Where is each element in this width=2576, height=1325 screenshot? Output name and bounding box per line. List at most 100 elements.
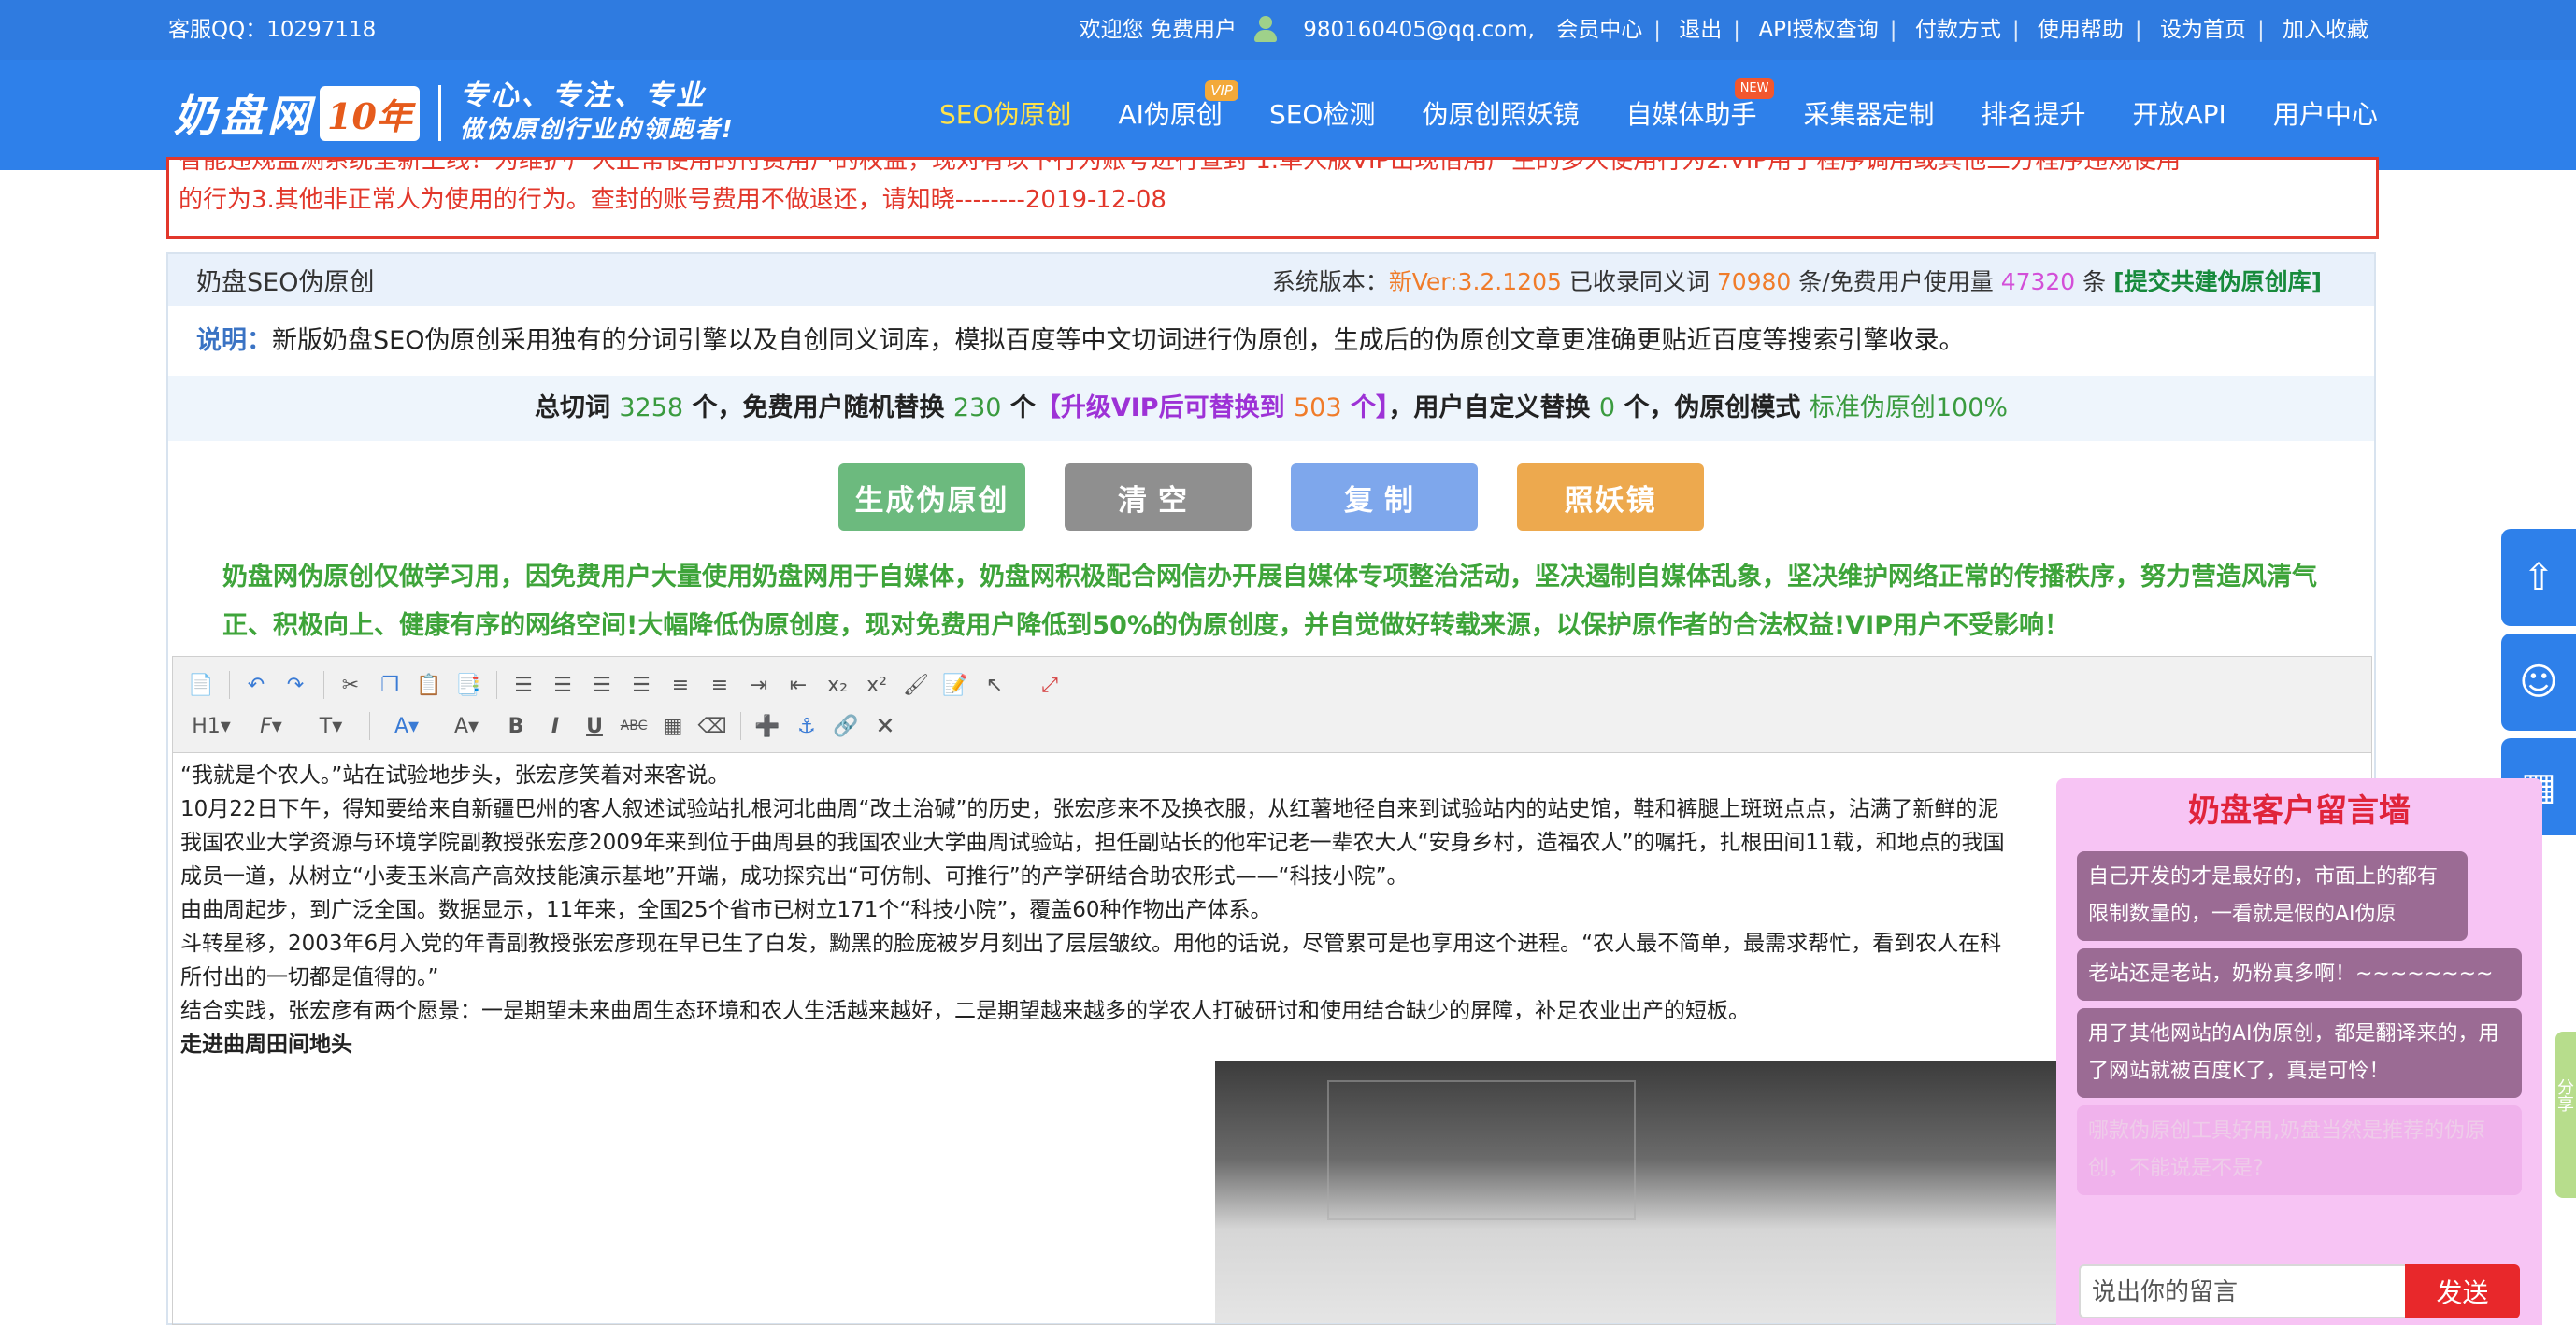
summary-mode: 标准伪原创100% [1809,393,2009,422]
site-logo[interactable]: 奶盘网 10年 专心、专注、专业 做伪原创行业的领跑者! [174,79,735,146]
source-icon[interactable]: 📄 [182,668,220,702]
summary-total-label: 总切词 [534,393,610,422]
article-photo [1215,1061,2112,1323]
clear-button[interactable]: 清空 [1065,463,1252,531]
payment-link[interactable]: 付款方式 [1915,18,2001,42]
description: 说明：新版奶盘SEO伪原创采用独有的分词引擎以及自创同义词库，模拟百度等中文切词… [168,306,2374,376]
summary-custom: 0 [1598,393,1616,422]
api-auth-link[interactable]: API授权查询 [1758,18,1878,42]
paragraph-7: 所付出的一切都是值得的。” [180,965,439,990]
message-item: 用了其他网站的AI伪原创，都是翻译来的，用了网站就被百度K了，真是可怜！ [2077,1008,2522,1098]
paragraph-2: 10月22日下午，得知要给来自新疆巴州的客人叙述试验站扎根河北曲周“改土治碱”的… [180,797,1999,821]
subscript-icon[interactable]: x₂ [819,668,856,702]
vip-badge: VIP [1205,80,1238,101]
set-homepage-link[interactable]: 设为首页 [2160,18,2246,42]
unlink-icon[interactable]: 🗙 [866,709,904,743]
notice-line1: 智能违规监测系统全新上线！为维护广大正常使用的付费用户的权益，现对有以下行为账号… [179,157,2182,175]
format-brush-icon[interactable]: 🖌 [897,668,935,702]
nav-open-api[interactable]: 开放API [2110,60,2250,170]
qq-service-icon[interactable]: ☺ [2501,634,2576,731]
help-link[interactable]: 使用帮助 [2038,18,2124,42]
anchor-icon[interactable]: ⚓ [788,709,825,743]
nav-rank-boost[interactable]: 排名提升 [1958,60,2110,170]
italic-icon[interactable]: I [537,709,574,743]
strikethrough-icon[interactable]: ABC [615,709,652,743]
main-nav: SEO伪原创 AI伪原创 VIP SEO检测 伪原创照妖镜 自媒体助手 NEW … [916,60,2401,170]
paste-icon[interactable]: 📋 [410,668,448,702]
paragraph-4: 成员一道，从树立“小麦玉米高产高效技能演示基地”开端，成功探究出“可仿制、可推行… [180,864,1409,889]
paragraph-3: 我国农业大学资源与环境学院副教授张宏彦2009年来到位于曲周县的我国农业大学曲周… [180,831,2005,855]
copy-button[interactable]: 复制 [1291,463,1478,531]
align-justify-icon[interactable]: ☰ [623,668,660,702]
bold-icon[interactable]: B [497,709,535,743]
outdent-icon[interactable]: ⇤ [780,668,817,702]
logout-link[interactable]: 退出 [1679,18,1722,42]
logo-divider [437,85,441,141]
summary-random-label: 个，免费用户随机替换 [692,393,945,422]
message-wall-title: 奶盘客户留言墙 [2188,792,2411,830]
header: 奶盘网 10年 专心、专注、专业 做伪原创行业的领跑者! SEO伪原创 AI伪原… [0,60,2576,170]
toolbar-row-1: 📄 ↶ ↷ ✂ ❐ 📋 📑 ☰ ☰ ☰ ☰ ≡ ≡ ⇥ ⇤ x₂ x² 🖌 📝 … [182,664,2362,705]
paste-text-icon[interactable]: 📑 [450,668,487,702]
highlight-color-icon[interactable]: A ▾ [437,709,495,743]
font-family-dropdown[interactable]: F ▾ [242,709,300,743]
cut-icon[interactable]: ✂ [332,668,369,702]
link-icon[interactable]: 🔗 [827,709,865,743]
summary-total: 3258 [619,393,684,422]
message-wall: 奶盘客户留言墙 自己开发的才是最好的，市面上的都有限制数量的，一看就是假的AI伪… [2056,778,2542,1325]
paragraph-1: “我就是个农人。”站在试验地步头，张宏彦笑着对来客说。 [180,763,730,788]
description-label: 说明： [196,326,272,355]
underline-icon[interactable]: U [576,709,613,743]
indent-icon[interactable]: ⇥ [740,668,778,702]
message-item: 老站还是老站，奶粉真多啊！~~~~~~~~ [2077,948,2522,1001]
format-icon[interactable]: 📝 [937,668,974,702]
eraser-icon[interactable]: ⌫ [694,709,731,743]
summary-unit: 个 [1009,393,1036,422]
version-label: 系统版本： [1271,267,1389,295]
heading-dropdown[interactable]: H1 ▾ [182,709,240,743]
welcome-text: 欢迎您 免费用户 [1079,18,1237,42]
send-button[interactable]: 发送 [2405,1264,2520,1318]
submit-library-link[interactable]: [提交共建伪原创库] [2113,268,2322,295]
redo-icon[interactable]: ↷ [277,668,314,702]
fullscreen-icon[interactable]: ⤢ [1031,668,1068,702]
unordered-list-icon[interactable]: ≡ [701,668,738,702]
message-input[interactable] [2079,1264,2405,1318]
superscript-icon[interactable]: x² [858,668,895,702]
summary-mode-label: 个，伪原创模式 [1624,393,1801,422]
font-size-dropdown[interactable]: T ▾ [302,709,360,743]
rich-text-editor: 📄 ↶ ↷ ✂ ❐ 📋 📑 ☰ ☰ ☰ ☰ ≡ ≡ ⇥ ⇤ x₂ x² 🖌 📝 … [172,656,2372,1325]
mirror-button[interactable]: 照妖镜 [1517,463,1704,531]
add-favorite-link[interactable]: 加入收藏 [2283,18,2368,42]
nav-rewrite-mirror[interactable]: 伪原创照妖镜 [1398,60,1602,170]
panel-header: 奶盘SEO伪原创 系统版本：新Ver:3.2.1205 已收录同义词 70980… [168,254,2374,306]
align-center-icon[interactable]: ☰ [544,668,581,702]
copy-icon[interactable]: ❐ [371,668,408,702]
align-left-icon[interactable]: ☰ [505,668,542,702]
editor-content[interactable]: “我就是个农人。”站在试验地步头，张宏彦笑着对来客说。 10月22日下午，得知要… [173,753,2371,1323]
nav-seo-rewrite[interactable]: SEO伪原创 [916,60,1095,170]
usage-note: 奶盘网伪原创仅做学习用，因免费用户大量使用奶盘网用于自媒体，奶盘网积极配合网信办… [222,563,2317,640]
back-to-top-icon[interactable]: ⇧ [2501,529,2576,626]
nav-ai-rewrite-label: AI伪原创 [1118,99,1223,130]
paragraph-6: 斗转星移，2003年6月入党的年青副教授张宏彦现在早已生了白发，黝黑的脸庞被岁月… [180,932,2002,956]
insert-row-icon[interactable]: ➕ [749,709,786,743]
member-center-link[interactable]: 会员中心 [1556,18,1642,42]
undo-icon[interactable]: ↶ [237,668,275,702]
rewrite-panel: 奶盘SEO伪原创 系统版本：新Ver:3.2.1205 已收录同义词 70980… [166,252,2376,1325]
nav-ai-rewrite[interactable]: AI伪原创 VIP [1095,60,1246,170]
user-email: 980160405@qq.com, [1303,18,1535,42]
share-tab[interactable]: 分享 [2555,1032,2576,1198]
nav-collector-custom[interactable]: 采集器定制 [1780,60,1957,170]
user-icon [1252,14,1281,44]
font-color-icon[interactable]: A▾ [378,709,436,743]
ordered-list-icon[interactable]: ≡ [662,668,699,702]
nav-seo-check[interactable]: SEO检测 [1246,60,1399,170]
align-right-icon[interactable]: ☰ [583,668,621,702]
nav-user-center[interactable]: 用户中心 [2250,60,2401,170]
generate-button[interactable]: 生成伪原创 [838,463,1025,531]
select-icon[interactable]: ↖ [976,668,1013,702]
nav-media-assistant[interactable]: 自媒体助手 NEW [1602,60,1780,170]
description-text: 新版奶盘SEO伪原创采用独有的分词引擎以及自创同义词库，模拟百度等中文切词进行伪… [272,326,1965,355]
table-icon[interactable]: ▦ [654,709,692,743]
